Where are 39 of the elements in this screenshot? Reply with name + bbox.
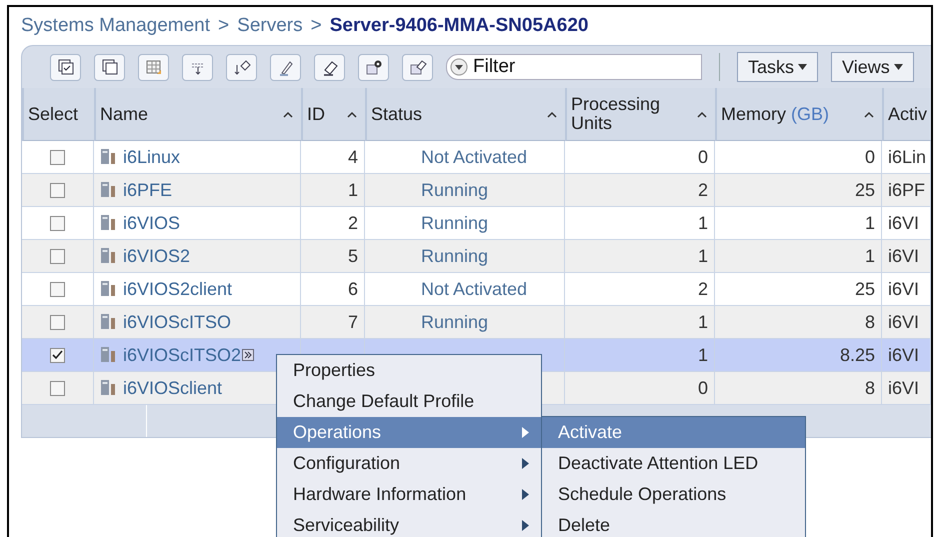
table-cell: Running [421, 312, 488, 332]
table-cell: i6VI [888, 246, 920, 266]
table-cell: 2 [348, 212, 358, 234]
table-cell: 0 [698, 146, 708, 168]
table-cell: Not Activated [421, 146, 528, 168]
table-cell: 1 [698, 212, 708, 234]
table-cell: 8 [864, 378, 875, 398]
table-cell: i6VI [888, 312, 920, 332]
table-cell: 0 [698, 378, 708, 398]
table-cell: 2 [698, 180, 708, 200]
breadcrumb-separator: > [218, 15, 230, 37]
table-cell: 0 [864, 146, 875, 168]
page-title: Server-9406-MMA-SN05A620 [330, 15, 588, 37]
table-cell: i6VI [888, 378, 920, 398]
table-cell: 4 [348, 146, 358, 168]
table-cell: i6VI [888, 212, 920, 234]
table-cell: 5 [348, 246, 358, 266]
table-cell: 2 [698, 278, 708, 300]
table-cell: Running [421, 246, 488, 266]
table-cell: 6 [348, 278, 358, 300]
table-cell: Running [421, 212, 488, 234]
table-cell: Not Activated [421, 278, 528, 300]
table-cell: 7 [348, 312, 358, 332]
table-cell: i6VI [888, 344, 920, 366]
table-cell: 1 [864, 246, 875, 266]
table-cell: 8.25 [840, 344, 875, 366]
table-cell: 8 [864, 312, 875, 332]
table-cell: 25 [854, 180, 875, 200]
table-cell: 1 [698, 312, 708, 332]
table-cell: i6Lin [888, 146, 926, 168]
table-cell: 1 [698, 246, 708, 266]
table-cell: 1 [348, 180, 358, 200]
table-cell: Running [421, 180, 488, 200]
table-cell: i6PF [888, 180, 926, 200]
table-cell: i6VI [888, 278, 920, 300]
table-cell: 1 [864, 212, 875, 234]
table-cell: 25 [854, 278, 875, 300]
breadcrumb-separator: > [310, 15, 322, 37]
table-cell: 1 [698, 344, 708, 366]
